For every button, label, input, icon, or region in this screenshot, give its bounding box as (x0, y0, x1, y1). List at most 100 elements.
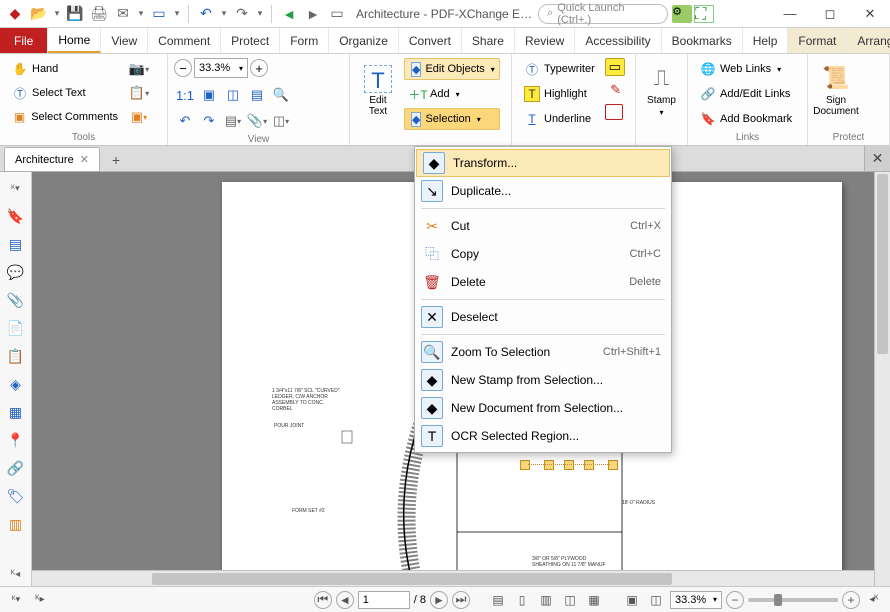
save-icon[interactable]: 💾 (64, 3, 86, 25)
open-icon[interactable]: 📂 (28, 3, 50, 25)
ctx-zoom-to-selection[interactable]: 🔍 Zoom To Selection Ctrl+Shift+1 (415, 338, 671, 366)
clipboard-icon[interactable]: 📋 ▾ (128, 82, 150, 104)
quick-launch-search[interactable]: ⌕ Quick Launch (Ctrl+.) (538, 4, 668, 24)
nav-fwd-icon[interactable]: ► (302, 3, 324, 25)
links-pane-icon[interactable]: 🔗 (4, 456, 28, 480)
menu-arrange[interactable]: Arrange (847, 28, 890, 53)
ui-options-icon[interactable]: ⚙ (672, 5, 692, 23)
other-tools-icon[interactable]: ▣ ▾ (128, 106, 150, 128)
sb-two-continuous-icon[interactable]: ▦ (584, 590, 604, 610)
fields-pane-icon[interactable]: 📄 (4, 316, 28, 340)
tags-pane-icon[interactable]: 🏷 (4, 484, 28, 508)
redo-dropdown-icon[interactable]: ▾ (255, 3, 265, 25)
zoom-slider[interactable] (748, 598, 838, 602)
rotate-cw-icon[interactable]: ↷ (198, 110, 220, 132)
bookmarks-pane-icon[interactable]: 🔖 (4, 204, 28, 228)
maximize-button[interactable]: ◻ (810, 0, 850, 28)
sb-zoom-out-button[interactable]: − (726, 591, 744, 609)
ctx-transform[interactable]: ◆ Transform... (416, 149, 670, 177)
actual-size-icon[interactable]: 1:1 (174, 84, 196, 106)
add-bookmark-button[interactable]: 🔖Add Bookmark (694, 108, 798, 130)
sb-continuous-icon[interactable]: ▥ (536, 590, 556, 610)
highlight-button[interactable]: THighlight (518, 83, 601, 105)
next-page-button[interactable]: ► (430, 591, 448, 609)
zoom-combo[interactable]: 33.3%▾ (194, 58, 248, 78)
zoom-out-button[interactable]: − (174, 59, 192, 77)
rect-icon[interactable] (605, 104, 623, 120)
redo-icon[interactable]: ↷ (231, 3, 253, 25)
first-page-button[interactable]: ⏮ (314, 591, 332, 609)
stamp-button[interactable]: ⎍ Stamp ▾ (642, 58, 681, 124)
edit-objects-button[interactable]: ◆Edit Objects▾ (404, 58, 500, 80)
vertical-scrollbar[interactable] (874, 172, 890, 586)
select-text-tool[interactable]: ⓉSelect Text (6, 82, 124, 104)
app-icon[interactable]: ◆ (4, 3, 26, 25)
zoom-marquee-icon[interactable]: 🔍 (270, 84, 292, 106)
sign-document-button[interactable]: 📜 Sign Document (814, 58, 858, 124)
menu-share[interactable]: Share (462, 28, 515, 53)
add-button[interactable]: ＋TAdd▾ (404, 83, 500, 105)
menu-accessibility[interactable]: Accessibility (575, 28, 661, 53)
undo-dropdown-icon[interactable]: ▾ (219, 3, 229, 25)
add-tab-button[interactable]: + (104, 149, 128, 171)
sb-page-layout-icon[interactable]: ▤ (488, 590, 508, 610)
collapse-icon[interactable]: ᴷ◂ (4, 562, 28, 586)
minimize-button[interactable]: — (770, 0, 810, 28)
menu-file[interactable]: File (0, 28, 48, 53)
menu-comment[interactable]: Comment (148, 28, 221, 53)
fit-width-icon[interactable]: ◫ (222, 84, 244, 106)
snapshot-icon[interactable]: 📷 ▾ (128, 58, 150, 80)
ctx-cut[interactable]: ✂ Cut Ctrl+X (415, 212, 671, 240)
destinations-pane-icon[interactable]: 📍 (4, 428, 28, 452)
note-icon[interactable]: ▭ (605, 58, 625, 76)
hand-tool[interactable]: ✋Hand (6, 58, 124, 80)
print-icon[interactable]: 🖨 (88, 3, 110, 25)
menu-help[interactable]: Help (743, 28, 789, 53)
add-edit-links-button[interactable]: 🔗Add/Edit Links (694, 83, 798, 105)
menu-view[interactable]: View (101, 28, 148, 53)
properties-pane-icon[interactable]: ▥ (4, 512, 28, 536)
thumbnails-pane-icon[interactable]: ▤ (4, 232, 28, 256)
rotate-ccw-icon[interactable]: ↶ (174, 110, 196, 132)
sb-fit-width-icon[interactable]: ◫ (646, 590, 666, 610)
prev-page-button[interactable]: ◄ (336, 591, 354, 609)
menu-format[interactable]: Format (788, 28, 847, 53)
ctx-duplicate[interactable]: ↘ Duplicate... (415, 177, 671, 205)
mail-dropdown-icon[interactable]: ▾ (136, 3, 146, 25)
tab-close-icon[interactable]: ✕ (80, 153, 89, 166)
horizontal-scrollbar[interactable] (32, 570, 874, 586)
ctx-ocr[interactable]: T OCR Selected Region... (415, 422, 671, 450)
menu-bookmarks[interactable]: Bookmarks (662, 28, 743, 53)
layers-pane-icon[interactable]: ◈ (4, 372, 28, 396)
page-display-icon[interactable]: ▤▾ (222, 110, 244, 132)
menu-protect[interactable]: Protect (221, 28, 280, 53)
qat-dropdown-icon[interactable]: ▾ (52, 3, 62, 25)
close-pane-button[interactable]: ✕ (864, 145, 890, 171)
menu-form[interactable]: Form (280, 28, 329, 53)
panes-icon[interactable]: ◫▾ (270, 110, 292, 132)
scan-icon[interactable]: ▭ (148, 3, 170, 25)
ctx-new-document[interactable]: ◆ New Document from Selection... (415, 394, 671, 422)
pencil-icon[interactable]: ✎ (605, 79, 627, 101)
menu-review[interactable]: Review (515, 28, 575, 53)
web-links-button[interactable]: 🌐Web Links▾ (694, 58, 798, 80)
last-page-button[interactable]: ⏭ (452, 591, 470, 609)
menu-home[interactable]: Home (48, 28, 101, 53)
page-icon[interactable]: ▭ (326, 3, 348, 25)
attachments-pane-icon[interactable]: 📎 (4, 288, 28, 312)
underline-button[interactable]: TUnderline (518, 108, 601, 130)
select-comments-tool[interactable]: ▣Select Comments (6, 106, 124, 128)
sb-single-page-icon[interactable]: ▯ (512, 590, 532, 610)
fullscreen-icon[interactable]: ⛶ (694, 5, 714, 23)
ctx-copy[interactable]: ⿻ Copy Ctrl+C (415, 240, 671, 268)
page-number-field[interactable]: 1 (358, 591, 410, 609)
fit-visible-icon[interactable]: ▤ (246, 84, 268, 106)
menu-organize[interactable]: Organize (329, 28, 399, 53)
ctx-new-stamp[interactable]: ◆ New Stamp from Selection... (415, 366, 671, 394)
sb-expand-icon[interactable]: ᴷ▸ (30, 590, 50, 610)
zoom-slider-thumb[interactable] (774, 594, 782, 606)
signatures-pane-icon[interactable]: 📋 (4, 344, 28, 368)
close-button[interactable]: ✕ (850, 0, 890, 28)
typewriter-button[interactable]: ⓉTypewriter (518, 58, 601, 80)
attachment-icon[interactable]: 📎▾ (246, 110, 268, 132)
